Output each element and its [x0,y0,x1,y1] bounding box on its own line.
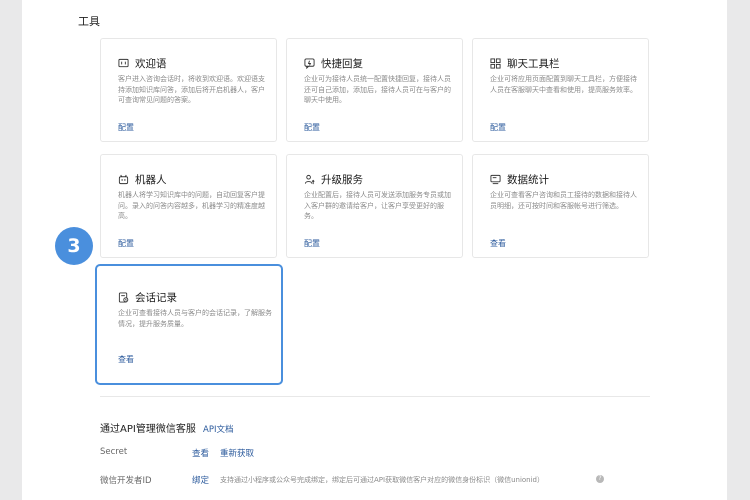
step-badge: 3 [55,227,93,265]
card-description: 企业可查看客户咨询和员工接待的数据和接待人员明细，还可按时间和客服帐号进行筛选。 [490,191,637,210]
dev-id-bind-link[interactable]: 绑定 [192,474,209,486]
robot-configure-link[interactable]: 配置 [118,238,134,249]
upgrade-service-configure-link[interactable]: 配置 [304,238,320,249]
card-description: 企业可为接待人员统一配置快捷回复，接待人员还可自己添加，添加后，接待人员可在与客… [304,75,451,105]
card-title: 快捷回复 [321,58,363,70]
card-welcome-message: 欢迎语 客户进入咨询会话时，将收到欢迎语。欢迎语支持添加知识库问答，添加后将开启… [100,38,277,142]
card-chat-toolbar: 聊天工具栏 企业可将应用页面配置到聊天工具栏，方便接待人员在客服聊天中查看和使用… [472,38,649,142]
card-upgrade-service: 升级服务 企业配置后，接待人员可发送添加服务专员或加入客户群的邀请给客户，让客户… [286,154,463,258]
dev-id-note: 支持通过小程序或公众号完成绑定，绑定后可通过API获取微信客户对应的微信身份标识… [220,476,544,484]
upgrade-icon [304,174,315,185]
api-title-text: 通过API管理微信客服 [100,424,196,435]
robot-icon [118,174,129,185]
grid-icon [490,58,501,69]
session-records-view-link[interactable]: 查看 [118,354,134,365]
card-title: 会话记录 [135,292,177,304]
card-description: 企业可查看接待人员与客户的会话记录，了解服务情况，提升服务质量。 [118,309,272,328]
record-icon [118,292,129,303]
card-robot: 机器人 机器人将学习知识库中的问题，自动回复客户提问。录入的问答内容越多，机器学… [100,154,277,258]
dev-id-label: 微信开发者ID [100,476,152,486]
card-title: 欢迎语 [135,58,167,70]
card-description: 机器人将学习知识库中的问题，自动回复客户提问。录入的问答内容越多，机器学习的精准… [118,191,265,221]
api-doc-link[interactable]: API文档 [203,425,233,435]
card-title: 聊天工具栏 [507,58,560,70]
card-description: 客户进入咨询会话时，将收到欢迎语。欢迎语支持添加知识库问答，添加后将开启机器人，… [118,75,265,105]
help-icon[interactable]: ? [596,475,604,483]
monitor-icon [490,174,501,185]
card-description: 企业可将应用页面配置到聊天工具栏，方便接待人员在客服聊天中查看和使用，提高服务效… [490,75,637,94]
divider [100,396,650,397]
quick-reply-configure-link[interactable]: 配置 [304,122,320,133]
card-title: 数据统计 [507,174,549,186]
card-session-records[interactable]: 会话记录 企业可查看接待人员与客户的会话记录，了解服务情况，提升服务质量。 查看 [95,264,283,385]
welcome-configure-link[interactable]: 配置 [118,122,134,133]
secret-refresh-link[interactable]: 重新获取 [220,447,254,459]
tools-section-title: 工具 [78,15,100,28]
secret-label: Secret [100,447,128,457]
quick-reply-icon [304,58,315,69]
data-statistics-view-link[interactable]: 查看 [490,238,506,249]
card-data-statistics: 数据统计 企业可查看客户咨询和员工接待的数据和接待人员明细，还可按时间和客服帐号… [472,154,649,258]
chat-toolbar-configure-link[interactable]: 配置 [490,122,506,133]
card-quick-reply: 快捷回复 企业可为接待人员统一配置快捷回复，接待人员还可自己添加，添加后，接待人… [286,38,463,142]
card-title: 升级服务 [321,174,363,186]
secret-view-link[interactable]: 查看 [192,447,209,459]
chat-bubble-icon [118,58,129,68]
api-section-title: 通过API管理微信客服 API文档 [100,420,233,435]
card-title: 机器人 [135,174,167,186]
card-description: 企业配置后，接待人员可发送添加服务专员或加入客户群的邀请给客户，让客户享受更好的… [304,191,451,221]
